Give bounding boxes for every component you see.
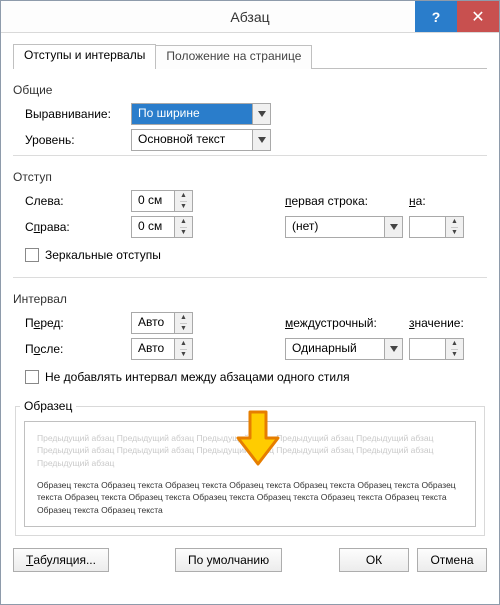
spinner-buttons[interactable]: ▲▼ bbox=[445, 217, 463, 237]
sample-current-text: Образец текста Образец текста Образец те… bbox=[37, 479, 463, 516]
dialog-content: Отступы и интервалы Положение на страниц… bbox=[1, 33, 499, 584]
spacing-at-spinner[interactable]: ▲▼ bbox=[409, 338, 464, 360]
sample-previous-text: Предыдущий абзац Предыдущий абзац Предыд… bbox=[37, 432, 463, 469]
tab-page-position[interactable]: Положение на странице bbox=[155, 45, 312, 69]
no-add-space-checkbox[interactable]: Не добавлять интервал между абзацами одн… bbox=[25, 370, 350, 384]
sample-preview: Предыдущий абзац Предыдущий абзац Предыд… bbox=[24, 421, 476, 527]
row-spacing-after: После: Авто ▲▼ Одинарный ▲▼ bbox=[25, 338, 487, 360]
dialog-buttons: Табуляция... По умолчанию ОК Отмена bbox=[13, 548, 487, 572]
firstline-label: первая строка: bbox=[285, 194, 403, 208]
sample-legend: Образец bbox=[20, 399, 76, 413]
no-add-space-label: Не добавлять интервал между абзацами одн… bbox=[45, 370, 350, 384]
linespacing-combo[interactable]: Одинарный bbox=[285, 338, 403, 360]
tab-label: Положение на странице bbox=[166, 49, 301, 63]
row-indent-right: Справа: 0 см ▲▼ (нет) ▲▼ bbox=[25, 216, 487, 238]
chevron-down-icon[interactable] bbox=[252, 130, 270, 150]
level-value: Основной текст bbox=[132, 130, 252, 150]
group-spacing-title: Интервал bbox=[13, 292, 487, 306]
spinner-buttons[interactable]: ▲▼ bbox=[445, 339, 463, 359]
spacing-after-label: После: bbox=[25, 342, 125, 356]
indent-left-label: Слева: bbox=[25, 194, 125, 208]
ok-button[interactable]: ОК bbox=[339, 548, 409, 572]
indent-right-value: 0 см bbox=[132, 217, 174, 237]
level-label: Уровень: bbox=[25, 133, 125, 147]
indent-by-label: на: bbox=[409, 194, 435, 208]
divider bbox=[13, 277, 487, 278]
divider bbox=[13, 155, 487, 156]
spacing-before-label: Перед: bbox=[25, 316, 125, 330]
checkbox-box bbox=[25, 370, 39, 384]
tab-strip: Отступы и интервалы Положение на страниц… bbox=[13, 43, 487, 69]
mirror-indents-checkbox[interactable]: Зеркальные отступы bbox=[25, 248, 161, 262]
spacing-at-label: значение: bbox=[409, 316, 464, 330]
window-controls: ? ✕ bbox=[415, 1, 499, 32]
spacing-after-value: Авто bbox=[132, 339, 174, 359]
spacing-before-spinner[interactable]: Авто ▲▼ bbox=[131, 312, 193, 334]
mirror-indents-label: Зеркальные отступы bbox=[45, 248, 161, 262]
firstline-combo[interactable]: (нет) bbox=[285, 216, 403, 238]
chevron-down-icon[interactable] bbox=[384, 217, 402, 237]
indent-left-value: 0 см bbox=[132, 191, 174, 211]
tab-indents-and-spacing[interactable]: Отступы и интервалы bbox=[13, 44, 156, 69]
group-indent-title: Отступ bbox=[13, 170, 487, 184]
help-button[interactable]: ? bbox=[415, 1, 457, 32]
linespacing-value: Одинарный bbox=[286, 339, 384, 359]
spinner-buttons[interactable]: ▲▼ bbox=[174, 217, 192, 237]
spinner-buttons[interactable]: ▲▼ bbox=[174, 313, 192, 333]
spinner-buttons[interactable]: ▲▼ bbox=[174, 339, 192, 359]
spinner-buttons[interactable]: ▲▼ bbox=[174, 191, 192, 211]
tabs-button[interactable]: Табуляция... bbox=[13, 548, 109, 572]
indent-right-label: Справа: bbox=[25, 220, 125, 234]
linespacing-label: междустрочный: bbox=[285, 316, 403, 330]
level-combo[interactable]: Основной текст bbox=[131, 129, 271, 151]
titlebar: Абзац ? ✕ bbox=[1, 1, 499, 33]
alignment-value: По ширине bbox=[132, 104, 252, 124]
alignment-combo[interactable]: По ширине bbox=[131, 103, 271, 125]
close-button[interactable]: ✕ bbox=[457, 1, 499, 32]
cancel-button[interactable]: Отмена bbox=[417, 548, 487, 572]
group-general-title: Общие bbox=[13, 83, 487, 97]
indent-right-spinner[interactable]: 0 см ▲▼ bbox=[131, 216, 193, 238]
spacing-after-spinner[interactable]: Авто ▲▼ bbox=[131, 338, 193, 360]
firstline-value: (нет) bbox=[286, 217, 384, 237]
checkbox-box bbox=[25, 248, 39, 262]
chevron-down-icon[interactable] bbox=[384, 339, 402, 359]
row-level: Уровень: Основной текст bbox=[25, 129, 487, 151]
row-spacing-before: Перед: Авто ▲▼ междустрочный: значение: bbox=[25, 312, 487, 334]
chevron-down-icon[interactable] bbox=[252, 104, 270, 124]
alignment-label: Выравнивание: bbox=[25, 107, 125, 121]
tab-label: Отступы и интервалы bbox=[24, 48, 145, 62]
indent-left-spinner[interactable]: 0 см ▲▼ bbox=[131, 190, 193, 212]
sample-fieldset: Образец Предыдущий абзац Предыдущий абза… bbox=[15, 399, 485, 536]
indent-by-spinner[interactable]: ▲▼ bbox=[409, 216, 464, 238]
default-button[interactable]: По умолчанию bbox=[175, 548, 282, 572]
spacing-before-value: Авто bbox=[132, 313, 174, 333]
indent-by-value bbox=[410, 217, 445, 237]
row-alignment: Выравнивание: По ширине bbox=[25, 103, 487, 125]
spacing-at-value bbox=[410, 339, 445, 359]
row-indent-left: Слева: 0 см ▲▼ первая строка: на: bbox=[25, 190, 487, 212]
